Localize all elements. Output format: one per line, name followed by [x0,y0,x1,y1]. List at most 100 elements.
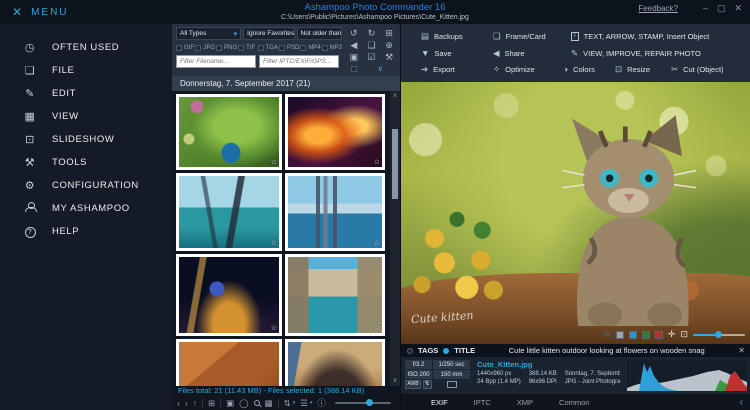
monitor-icon[interactable]: ⊡ [680,329,688,340]
tab-exif[interactable]: EXIF [431,398,448,407]
zoom-slider[interactable] [693,334,745,336]
favorite-star-icon[interactable]: ☆ [271,158,277,166]
sort-icon[interactable]: ⇅ [284,397,291,409]
camera-icon[interactable]: ▣ [350,52,359,62]
sidebar-item-edit[interactable]: ✎ EDIT [0,82,172,105]
sidebar-item-slideshow[interactable]: ⊡ SLIDESHOW [0,128,172,151]
megaphone-icon[interactable]: ◀ [350,40,357,50]
date-group-header[interactable]: Donnerstag, 7. September 2017 (21) [172,76,400,91]
thumbnail-grand-canyon[interactable]: ☆ [176,339,282,386]
resize-button[interactable]: ⊡ Resize [615,64,671,75]
loupe-icon[interactable]: ◯ [239,397,249,409]
globe-icon[interactable]: ⊕ [385,40,393,50]
collapse-panel-icon[interactable]: ‹ [740,397,743,408]
add-folder-icon[interactable]: ⊞ [385,28,393,38]
magnifier-icon[interactable] [254,400,260,406]
format-checkbox-png[interactable]: PNG [216,45,237,51]
favorite-star-icon[interactable]: ☆ [374,324,380,332]
thumbnail-paris-las-vegas[interactable]: ☆ [176,254,282,336]
group-select-checkbox[interactable] [351,66,357,72]
filename-filter-input[interactable] [176,55,256,68]
title-radio[interactable] [443,348,449,354]
thumbnail-antelope-canyon[interactable]: ☆ [285,94,385,170]
tags-label[interactable]: TAGS [418,346,438,355]
frame-card-button[interactable]: ❏ Frame/Card [493,31,571,42]
format-checkbox-tga[interactable]: TGA [258,45,278,51]
colors-button[interactable]: ◑ Colors [563,64,615,74]
format-checkbox-mp4[interactable]: MP4 [300,45,320,51]
previous-icon[interactable]: ‹ [177,397,180,409]
undo-icon[interactable]: ↺ [350,28,358,38]
folder-up-icon[interactable]: ↑ [193,397,197,409]
sidebar-item-view[interactable]: ▦ VIEW [0,105,172,128]
age-filter-dropdown[interactable]: Not older than.... ▾ [297,27,342,40]
minimize-button[interactable]: – [703,3,708,14]
sidebar-item-configuration[interactable]: ⚙ CONFIGURATION [0,174,172,197]
favorites-dropdown[interactable]: Ignore Favorites ▾ [243,27,294,40]
next-icon[interactable]: › [185,397,188,409]
sidebar-item-my-ashampoo[interactable]: MY ASHAMPOO [0,197,172,220]
feedback-link[interactable]: Feedback? [638,4,678,13]
export-button[interactable]: ➔ Export [421,64,493,75]
info-icon[interactable]: ⓘ [317,397,326,409]
blue-channel-button[interactable] [629,331,637,339]
thumbnail-peacock[interactable]: ☆ [176,94,282,170]
preview-icon[interactable]: ▣ [226,397,234,409]
browser-scrollbar[interactable]: ∧ ∨ [390,91,400,386]
tags-radio[interactable] [407,348,413,354]
close-button[interactable]: ✕ [734,3,742,14]
layout-icon[interactable]: ⊞ [208,397,215,409]
format-checkbox-gif[interactable]: GIF [176,45,194,51]
text-arrow-stamp-button[interactable]: T TEXT, ARROW, STAMP, Insert Object [571,32,709,41]
sidebar-item-often-used[interactable]: ◷ OFTEN USED [0,36,172,59]
tab-iptc[interactable]: IPTC [474,398,491,407]
favorite-star-icon[interactable]: ☆ [374,239,380,247]
wrench-icon[interactable]: ⚒ [385,52,393,62]
close-icon[interactable]: ✕ [738,346,745,355]
sidebar-item-file[interactable]: ❏ FILE [0,59,172,82]
share-button[interactable]: ◀ Share [493,48,571,59]
image-view-icon[interactable]: ▦ [265,397,273,409]
scrollbar-thumb[interactable] [392,129,398,199]
tab-xmp[interactable]: XMP [517,398,533,407]
thumbnail-venice-canal[interactable]: ☆ [285,254,385,336]
new-document-icon[interactable]: ❏ [367,40,375,50]
format-checkbox-jpg[interactable]: JPG [195,45,215,51]
format-checkbox-mp3[interactable]: MP3 [322,45,342,51]
slider-handle[interactable] [366,399,373,406]
format-checkbox-psd[interactable]: PSD [279,45,299,51]
optimize-button[interactable]: ✧ Optimize [493,64,563,75]
scroll-up-icon[interactable]: ∧ [393,91,397,101]
red-channel-button[interactable] [655,331,663,339]
cut-object-button[interactable]: ✂ Cut (Object) [671,64,724,75]
title-label[interactable]: TITLE [454,346,475,355]
image-preview[interactable]: Cute kitten ☆ ✛ ⊡ [401,82,750,344]
thumbnail-railway-bridge[interactable]: ☆ [176,173,282,251]
iptc-exif-gps-filter-input[interactable] [259,55,339,68]
green-channel-button[interactable] [642,331,650,339]
luminance-channel-button[interactable] [616,331,624,339]
slider-handle[interactable] [715,331,722,338]
tab-common[interactable]: Common [559,398,589,407]
thumbnail-city-skyline[interactable]: ☆ [285,173,385,251]
scroll-down-icon[interactable]: ∨ [393,376,397,386]
maximize-button[interactable]: ▢ [717,3,726,14]
favorite-star-icon[interactable]: ☆ [603,329,611,340]
save-button[interactable]: ▼ Save [421,48,493,58]
fullscreen-icon[interactable]: ✛ [668,329,676,340]
format-checkbox-tif[interactable]: TIF [238,45,256,51]
file-type-dropdown[interactable]: All Types ▾ [176,27,241,40]
redo-icon[interactable]: ↻ [368,28,376,38]
thumbnail-street-market[interactable]: ☆ [285,339,385,386]
thumbnail-size-slider[interactable] [335,402,391,404]
select-all-icon[interactable]: ☑ [367,52,375,62]
view-improve-repair-button[interactable]: ✎ VIEW, IMPROVE, REPAIR PHOTO [571,48,701,59]
view-options-icon[interactable]: ☰ [300,397,308,409]
sidebar-item-tools[interactable]: ⚒ TOOLS [0,151,172,174]
sidebar-item-help[interactable]: ? HELP [0,220,172,243]
backups-button[interactable]: ▤ Backups [421,31,493,42]
group-collapse-chevron-icon[interactable]: ∨ [377,64,383,73]
favorite-star-icon[interactable]: ☆ [374,158,380,166]
favorite-star-icon[interactable]: ☆ [271,324,277,332]
favorite-star-icon[interactable]: ☆ [271,239,277,247]
